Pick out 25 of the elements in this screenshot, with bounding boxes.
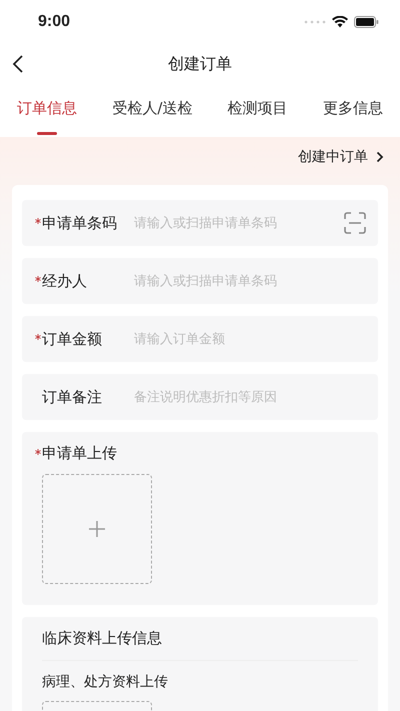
page-title: 创建订单 (168, 54, 232, 74)
field-label: 申请单上传 (42, 444, 118, 463)
tab[interactable]: 检测项目 (228, 91, 288, 137)
input-field[interactable]: 请输入或扫描申请单条码 (132, 272, 366, 290)
signal-icon (304, 20, 326, 24)
tab[interactable]: 订单信息 (17, 91, 77, 137)
field-label: 申请单条码 (42, 214, 118, 232)
upload-button[interactable] (42, 474, 152, 584)
draft-orders-link[interactable]: 创建中订单 (298, 146, 384, 168)
tab[interactable]: 更多信息 (323, 91, 383, 137)
field-label: 经办人 (42, 272, 88, 290)
tab[interactable]: 受检人/送检 (112, 91, 192, 137)
wifi-icon (332, 16, 348, 28)
input-field[interactable]: 备注说明优惠折扣等原因 (132, 388, 366, 406)
field-label: 订单备注 (42, 388, 103, 406)
plus-icon (88, 520, 106, 538)
scan-icon[interactable] (344, 212, 366, 234)
input-field[interactable]: 请输入订单金额 (132, 330, 366, 348)
input-field[interactable]: 请输入或扫描申请单条码 (132, 214, 344, 232)
chevron-right-icon (376, 151, 384, 163)
battery-icon (354, 16, 379, 28)
status-time: 9:00 (38, 13, 70, 31)
section-title: 临床资料上传信息 (42, 629, 358, 661)
field-label: 病理、处方资料上传 (42, 673, 169, 691)
field-label: 订单金额 (42, 330, 103, 348)
